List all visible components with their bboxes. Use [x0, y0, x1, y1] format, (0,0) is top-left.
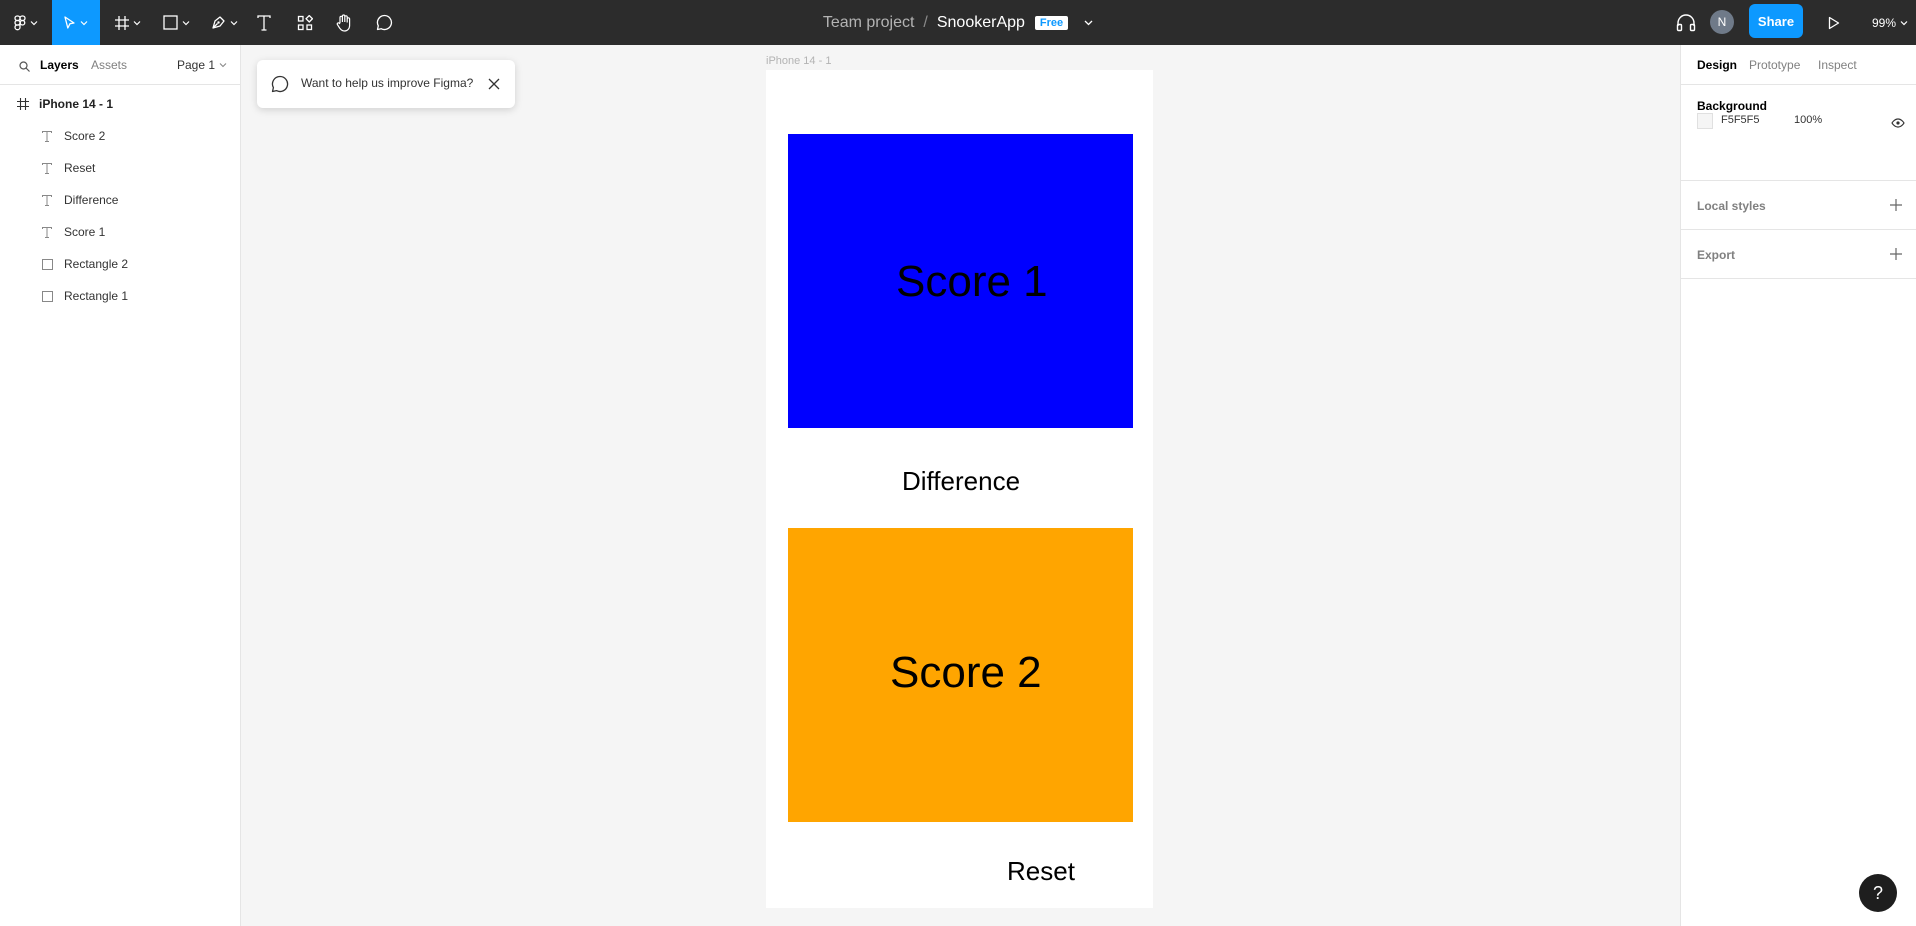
frame-label[interactable]: iPhone 14 - 1 — [766, 55, 831, 67]
local-styles-section: Local styles — [1681, 181, 1916, 230]
share-button[interactable]: Share — [1749, 4, 1803, 38]
plan-badge: Free — [1034, 15, 1069, 30]
tab-layers[interactable]: Layers — [40, 58, 79, 72]
background-opacity[interactable]: 100% — [1794, 114, 1822, 126]
left-panel-tabs: Layers Assets Page 1 — [0, 45, 240, 85]
hand-tool-button[interactable] — [331, 0, 357, 45]
background-section: Background F5F5F5 100% — [1681, 85, 1916, 181]
comment-tool-icon — [376, 14, 393, 31]
chevron-down-icon — [182, 20, 190, 26]
tab-prototype[interactable]: Prototype — [1749, 58, 1800, 72]
layers-panel: Layers Assets Page 1 iPhone 14 - 1 Score… — [0, 45, 241, 926]
audio-button[interactable] — [1674, 0, 1698, 45]
chevron-down-icon — [80, 20, 88, 26]
search-icon[interactable] — [19, 59, 30, 77]
file-name[interactable]: SnookerApp — [937, 14, 1025, 32]
chevron-down-icon — [219, 63, 227, 68]
pen-tool-icon — [211, 15, 226, 30]
audio-headphones-icon — [1676, 13, 1696, 32]
layer-label: Difference — [64, 193, 119, 207]
chevron-down-icon — [230, 20, 238, 26]
user-avatar[interactable]: N — [1710, 10, 1734, 34]
move-tool-button[interactable] — [52, 0, 100, 45]
eye-icon[interactable] — [1891, 115, 1905, 133]
frame-icon — [16, 97, 30, 111]
speech-bubble-icon — [271, 75, 289, 98]
present-button[interactable] — [1822, 0, 1846, 45]
layer-rectangle-2[interactable]: Rectangle 2 — [0, 248, 240, 280]
pen-tool-button[interactable] — [204, 0, 244, 45]
export-title: Export — [1697, 248, 1736, 262]
score-1-text[interactable]: Score 1 — [896, 257, 1048, 307]
layer-score-1[interactable]: Score 1 — [0, 216, 240, 248]
local-styles-title: Local styles — [1697, 199, 1766, 213]
text-layer-icon — [40, 129, 54, 143]
zoom-level: 99% — [1872, 15, 1897, 30]
comment-tool-button[interactable] — [371, 0, 397, 45]
close-icon[interactable] — [488, 77, 500, 95]
layer-difference[interactable]: Difference — [0, 184, 240, 216]
text-layer-icon — [40, 193, 54, 207]
properties-panel: Design Prototype Inspect Background F5F5… — [1680, 45, 1916, 926]
rectangle-tool-icon — [162, 15, 178, 30]
layer-label: Score 2 — [64, 129, 106, 143]
chevron-down-icon — [30, 20, 38, 26]
design-canvas[interactable]: iPhone 14 - 1 Score 1 Difference Score 2… — [241, 45, 1680, 926]
tab-design[interactable]: Design — [1697, 58, 1737, 72]
feedback-message[interactable]: Want to help us improve Figma? — [301, 76, 473, 90]
layer-rectangle-1[interactable]: Rectangle 1 — [0, 280, 240, 312]
top-toolbar: Team project / SnookerApp Free N Share 9… — [0, 0, 1916, 45]
page-name: Page 1 — [177, 58, 216, 72]
page-selector[interactable]: Page 1 — [177, 58, 227, 72]
breadcrumb-separator: / — [923, 13, 928, 31]
tab-assets[interactable]: Assets — [91, 58, 127, 72]
chevron-down-icon — [1900, 20, 1908, 26]
text-layer-icon — [40, 225, 54, 239]
difference-text[interactable]: Difference — [902, 466, 1020, 497]
team-name[interactable]: Team project — [823, 14, 915, 32]
export-section: Export — [1681, 230, 1916, 279]
rectangle-layer-icon — [40, 289, 54, 303]
layer-label: Reset — [64, 161, 96, 175]
shape-tool-button[interactable] — [156, 0, 196, 45]
file-menu-chevron-icon[interactable] — [1084, 20, 1093, 26]
resources-icon — [297, 14, 313, 31]
hand-tool-icon — [336, 13, 352, 32]
text-layer-icon — [40, 161, 54, 175]
figma-menu-icon — [14, 14, 26, 31]
move-tool-icon — [64, 15, 76, 30]
frame-tool-button[interactable] — [108, 0, 148, 45]
text-tool-icon — [257, 14, 271, 31]
background-swatch[interactable] — [1697, 113, 1713, 129]
layer-label: iPhone 14 - 1 — [39, 97, 114, 111]
layer-reset[interactable]: Reset — [0, 152, 240, 184]
add-export-plus-icon[interactable] — [1890, 247, 1902, 265]
tab-inspect[interactable]: Inspect — [1818, 58, 1857, 72]
layer-label: Score 1 — [64, 225, 106, 239]
feedback-toast: Want to help us improve Figma? — [257, 60, 515, 108]
background-title: Background — [1697, 99, 1768, 113]
layer-iphone-14-1[interactable]: iPhone 14 - 1 — [0, 88, 240, 120]
file-breadcrumb: Team project / SnookerApp Free — [0, 0, 1916, 45]
frame-tool-icon — [115, 15, 129, 30]
iphone-frame[interactable]: Score 1 Difference Score 2 Reset — [766, 70, 1153, 908]
background-hex[interactable]: F5F5F5 — [1721, 114, 1760, 126]
add-style-plus-icon[interactable] — [1890, 198, 1902, 216]
rectangle-layer-icon — [40, 257, 54, 271]
layer-label: Rectangle 1 — [64, 289, 129, 303]
score-2-text[interactable]: Score 2 — [890, 648, 1042, 698]
zoom-menu[interactable]: 99% — [1872, 0, 1908, 45]
text-tool-button[interactable] — [252, 0, 276, 45]
reset-text[interactable]: Reset — [1007, 856, 1075, 887]
layer-label: Rectangle 2 — [64, 257, 129, 271]
present-play-icon — [1828, 16, 1840, 30]
resources-button[interactable] — [292, 0, 318, 45]
right-panel-tabs: Design Prototype Inspect — [1681, 45, 1916, 85]
layer-score-2[interactable]: Score 2 — [0, 120, 240, 152]
chevron-down-icon — [133, 20, 141, 26]
help-button[interactable]: ? — [1859, 874, 1897, 912]
main-menu-button[interactable] — [0, 0, 52, 45]
